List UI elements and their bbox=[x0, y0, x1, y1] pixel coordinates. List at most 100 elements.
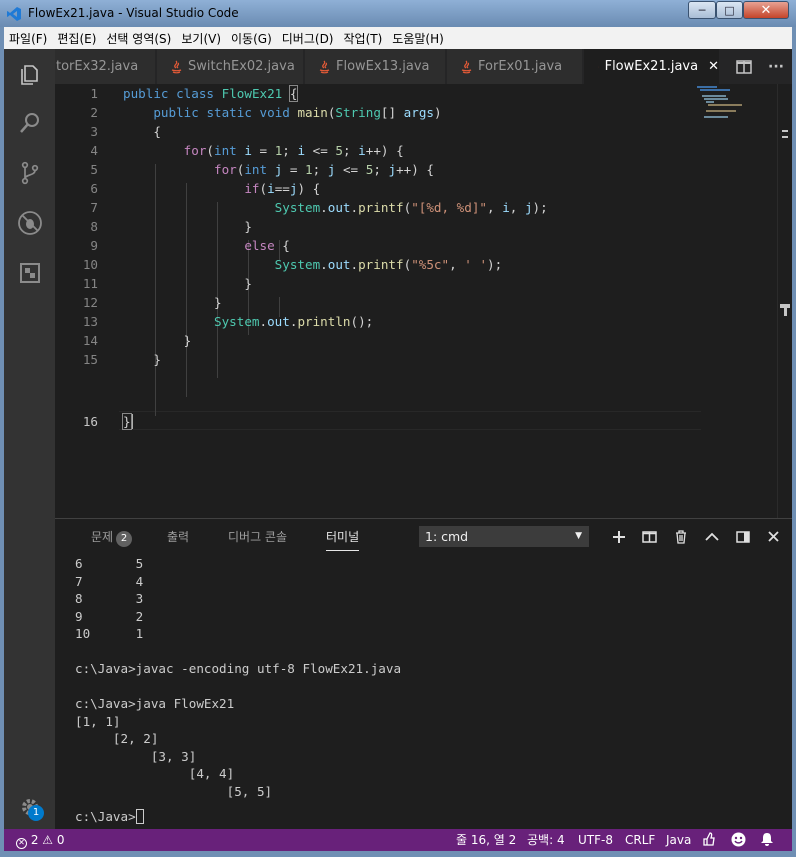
more-actions-icon[interactable]: ··· bbox=[768, 59, 784, 75]
error-icon: ✕ bbox=[16, 838, 27, 849]
tab-label: SwitchEx02.java bbox=[188, 59, 295, 74]
close-window-button[interactable]: ✕ bbox=[743, 1, 789, 19]
line-number: 6 bbox=[90, 181, 98, 196]
terminal-output[interactable]: 6 5 7 4 8 3 9 2 10 1 c:\Java>javac -enco… bbox=[75, 555, 775, 830]
panel-tabs: 문제 2 출력 디버그 콘솔 터미널 1: cmd ▼ bbox=[55, 519, 792, 554]
problems-status[interactable]: ✕ 2 ⚠ 0 bbox=[16, 829, 65, 851]
tab-problems[interactable]: 문제 2 bbox=[91, 528, 133, 547]
code-line: for(int i = 1; i <= 5; i++) { bbox=[183, 143, 404, 158]
terminal-select[interactable]: 1: cmd ▼ bbox=[419, 526, 589, 547]
line-number: 8 bbox=[90, 219, 98, 234]
tweet-feedback-icon[interactable] bbox=[702, 829, 716, 851]
new-terminal-icon[interactable] bbox=[603, 530, 634, 543]
split-terminal-icon[interactable] bbox=[634, 530, 665, 543]
tab-flowex13[interactable]: FlowEx13.java bbox=[305, 49, 446, 84]
menu-help[interactable]: 도움말(H) bbox=[387, 30, 449, 47]
terminal-line: 8 3 bbox=[75, 591, 144, 606]
source-control-icon[interactable] bbox=[4, 149, 55, 197]
code-line: } bbox=[123, 295, 222, 310]
line-number: 11 bbox=[82, 276, 98, 291]
line-number-current: 16 bbox=[82, 414, 98, 429]
workbench: 1 atorEx32.java SwitchEx02.java FlowEx13… bbox=[4, 49, 792, 829]
line-number: 4 bbox=[90, 143, 98, 158]
notifications-bell-icon[interactable] bbox=[760, 829, 774, 851]
maximize-panel-icon[interactable] bbox=[696, 532, 727, 541]
tab-output[interactable]: 출력 bbox=[167, 528, 189, 545]
toggle-panel-position-icon[interactable] bbox=[727, 530, 758, 543]
tab-terminal[interactable]: 터미널 bbox=[326, 528, 360, 551]
close-tab-icon[interactable]: ✕ bbox=[708, 59, 719, 74]
java-file-icon bbox=[319, 60, 330, 73]
search-icon[interactable] bbox=[4, 99, 55, 147]
split-editor-icon[interactable] bbox=[736, 59, 752, 74]
maximize-button[interactable]: □ bbox=[716, 1, 743, 19]
encoding[interactable]: UTF-8 bbox=[578, 829, 613, 851]
menu-edit[interactable]: 편집(E) bbox=[52, 30, 101, 47]
code-line: { bbox=[123, 124, 161, 139]
code-line: if(i==j) { bbox=[244, 181, 321, 196]
close-panel-icon[interactable] bbox=[758, 531, 789, 542]
status-bar: ✕ 2 ⚠ 0 줄 16, 열 2 공백: 4 UTF-8 CRLF Java bbox=[4, 829, 792, 851]
vscode-icon bbox=[7, 7, 21, 21]
activity-bar: 1 bbox=[4, 49, 55, 829]
tab-forex01[interactable]: ForEx01.java bbox=[447, 49, 583, 84]
menu-debug[interactable]: 디버그(D) bbox=[277, 30, 339, 47]
debug-icon[interactable] bbox=[4, 199, 55, 247]
tab-operatorex32[interactable]: atorEx32.java bbox=[55, 49, 156, 84]
settings-badge: 1 bbox=[28, 805, 44, 821]
code-line: } bbox=[123, 276, 252, 291]
minimap[interactable] bbox=[695, 84, 781, 124]
terminal-line: 10 1 bbox=[75, 626, 144, 641]
line-number: 9 bbox=[90, 238, 98, 253]
window-title: FlowEx21.java - Visual Studio Code bbox=[28, 6, 239, 20]
smiley-feedback-icon[interactable] bbox=[731, 829, 746, 851]
line-number: 14 bbox=[82, 333, 98, 348]
cursor-position[interactable]: 줄 16, 열 2 bbox=[456, 829, 516, 851]
terminal-prompt: c:\Java> bbox=[75, 809, 136, 824]
editor-scrollbar[interactable] bbox=[777, 84, 792, 518]
menu-file[interactable]: 파일(F) bbox=[4, 30, 52, 47]
tab-flowex21[interactable]: FlowEx21.java ✕ bbox=[584, 49, 720, 84]
tab-label: ForEx01.java bbox=[478, 59, 563, 74]
code-line: public static void main(String[] args) bbox=[153, 105, 442, 120]
menu-view[interactable]: 보기(V) bbox=[176, 30, 226, 47]
code-editor[interactable]: 1 2 3 4 5 6 7 8 9 10 11 12 13 14 15 16 p… bbox=[55, 84, 792, 518]
line-number: 1 bbox=[90, 86, 98, 101]
tab-label: atorEx32.java bbox=[55, 59, 139, 74]
code-line: System.out.printf("[%d, %d]", i, j); bbox=[274, 200, 548, 215]
minimize-button[interactable]: ─ bbox=[688, 1, 716, 19]
menu-selection[interactable]: 선택 영역(S) bbox=[101, 30, 176, 47]
line-number: 2 bbox=[90, 105, 98, 120]
code-line: else { bbox=[244, 238, 290, 253]
line-number: 15 bbox=[82, 352, 98, 367]
tab-actions: ··· bbox=[736, 49, 784, 84]
tab-debug-console[interactable]: 디버그 콘솔 bbox=[228, 528, 287, 545]
terminal-line: c:\Java>java FlowEx21 bbox=[75, 696, 235, 711]
kill-terminal-icon[interactable] bbox=[665, 529, 696, 544]
explorer-icon[interactable] bbox=[4, 51, 55, 99]
line-number: 13 bbox=[82, 314, 98, 329]
menu-go[interactable]: 이동(G) bbox=[226, 30, 277, 47]
terminal-line: [4, 4] bbox=[75, 766, 235, 781]
terminal-line: [1, 1] bbox=[75, 713, 121, 729]
language-mode[interactable]: Java bbox=[666, 829, 691, 851]
terminal-line: 7 4 bbox=[75, 573, 144, 589]
extensions-icon[interactable] bbox=[4, 249, 55, 297]
terminal-line: 9 2 bbox=[75, 608, 144, 624]
menu-tasks[interactable]: 작업(T) bbox=[339, 30, 388, 47]
indentation[interactable]: 공백: 4 bbox=[527, 829, 565, 851]
code-line: } bbox=[122, 413, 133, 430]
current-line-highlight bbox=[119, 411, 701, 430]
java-file-icon bbox=[461, 60, 472, 73]
line-ending[interactable]: CRLF bbox=[625, 829, 655, 851]
tab-label: FlowEx21.java bbox=[604, 59, 699, 74]
tab-switchex02[interactable]: SwitchEx02.java bbox=[157, 49, 304, 84]
java-file-icon bbox=[171, 60, 182, 73]
terminal-prompt-line: c:\Java> bbox=[75, 808, 144, 826]
terminal-line: 6 5 bbox=[75, 556, 144, 571]
error-count: 2 bbox=[30, 833, 39, 847]
bottom-panel: 문제 2 출력 디버그 콘솔 터미널 1: cmd ▼ 6 5 7 4 8 3 … bbox=[55, 518, 792, 829]
tab-label: FlowEx13.java bbox=[336, 59, 430, 74]
terminal-line: [3, 3] bbox=[75, 748, 197, 764]
problems-count-badge: 2 bbox=[116, 531, 133, 547]
